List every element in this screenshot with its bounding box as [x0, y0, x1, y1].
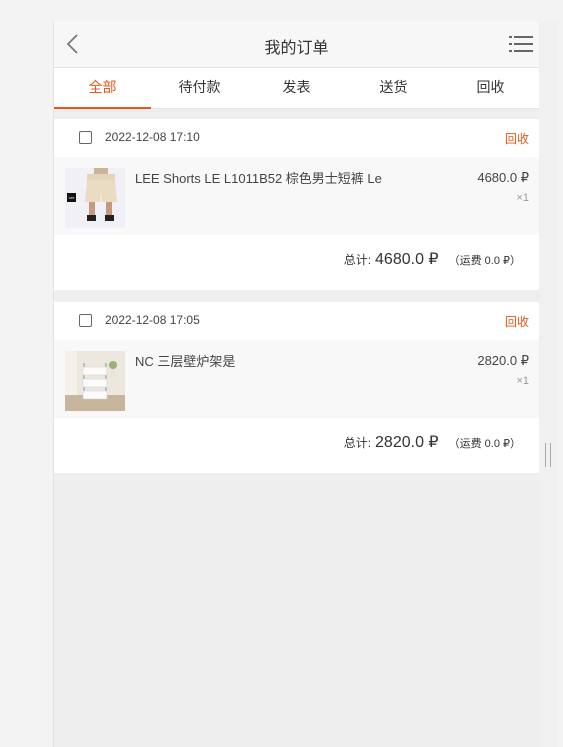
order-checkbox[interactable]: [79, 314, 92, 327]
total-label: 总计:: [343, 436, 372, 450]
shipping-fee: （运费 0.0 ₽）: [448, 438, 521, 450]
product-quantity: ×1: [516, 375, 529, 387]
tab-delivery[interactable]: 送货: [345, 68, 442, 108]
drag-handle[interactable]: [545, 443, 551, 467]
order-time: 2022-12-08 17:10: [105, 130, 200, 144]
product-price: 4680.0 ₽: [477, 170, 529, 185]
product-image-shelf: [65, 351, 125, 411]
order-card: 2022-12-08 17:05 回收 NC 三层壁炉架是 2820.0 ₽ ×…: [54, 302, 539, 473]
order-card: 2022-12-08 17:10 回收 Lee LEE Shorts LE L1…: [54, 119, 539, 290]
order-total: 总计: 2820.0 ₽ （运费 0.0 ₽）: [344, 432, 521, 452]
menu-button[interactable]: [509, 33, 533, 55]
order-header: 2022-12-08 17:05 回收: [54, 302, 539, 340]
product-quantity: ×1: [516, 192, 529, 204]
order-footer: 总计: 2820.0 ₽ （运费 0.0 ₽）: [54, 418, 539, 473]
order-total: 总计: 4680.0 ₽ （运费 0.0 ₽）: [344, 249, 521, 269]
order-status[interactable]: 回收: [505, 130, 529, 147]
top-bar: 我的订单: [54, 21, 539, 68]
app-frame: 我的订单 全部 待付款 发表 送货 回收 2022-12-08 17:10 回收: [53, 21, 539, 747]
order-status[interactable]: 回收: [505, 313, 529, 330]
tab-recycle[interactable]: 回收: [442, 68, 539, 108]
order-item[interactable]: Lee LEE Shorts LE L1011B52 棕色男士短裤 Le 468…: [54, 157, 539, 235]
tab-shipped[interactable]: 发表: [248, 68, 345, 108]
order-time: 2022-12-08 17:05: [105, 313, 200, 327]
scroll-rail: [538, 21, 558, 747]
product-price: 2820.0 ₽: [477, 353, 529, 368]
product-image-shorts: Lee: [65, 168, 125, 228]
list-icon: [509, 36, 533, 52]
total-amount: 4680.0 ₽: [375, 251, 439, 268]
total-label: 总计:: [343, 253, 372, 267]
tab-all[interactable]: 全部: [54, 68, 151, 109]
product-name: LEE Shorts LE L1011B52 棕色男士短裤 Le: [135, 171, 382, 186]
total-amount: 2820.0 ₽: [375, 434, 439, 451]
lee-logo-text: Lee: [69, 196, 75, 200]
order-tabs: 全部 待付款 发表 送货 回收: [54, 68, 539, 109]
order-checkbox[interactable]: [79, 131, 92, 144]
order-item[interactable]: NC 三层壁炉架是 2820.0 ₽ ×1: [54, 340, 539, 418]
tab-pending-payment[interactable]: 待付款: [151, 68, 248, 108]
shipping-fee: （运费 0.0 ₽）: [448, 255, 521, 267]
page-title: 我的订单: [264, 40, 329, 57]
order-header: 2022-12-08 17:10 回收: [54, 119, 539, 157]
order-footer: 总计: 4680.0 ₽ （运费 0.0 ₽）: [54, 235, 539, 290]
product-name: NC 三层壁炉架是: [135, 354, 236, 369]
